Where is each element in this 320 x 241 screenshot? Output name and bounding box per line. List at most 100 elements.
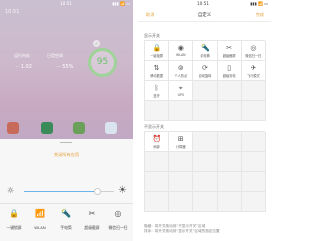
divider (0, 203, 133, 204)
gps-icon: ⌖ (178, 84, 183, 92)
quick-toggle-label: WLAN (34, 225, 46, 230)
toggle-tile-wlan[interactable]: ◉ WLAN (169, 41, 194, 61)
empty-slot[interactable] (193, 132, 218, 152)
hotspot-icon: ⊚ (177, 64, 184, 72)
empty-slot[interactable] (217, 81, 242, 101)
toggle-tile-label: 微信扫一扫 (245, 54, 262, 58)
one-key-lock-icon: 🔒 (9, 209, 19, 218)
quick-toggle-screenshot[interactable]: ✂ 超级截屏 (80, 209, 104, 231)
empty-slot[interactable] (145, 192, 170, 212)
empty-slot[interactable] (169, 101, 194, 121)
app-icon[interactable] (73, 122, 85, 134)
check-badge-icon: ✓ (93, 40, 100, 47)
toggle-tile-power-save[interactable]: ▯ 超级省电 (217, 61, 242, 81)
home-clock: 10:51 (5, 9, 20, 15)
storage-value: ··· 55% (56, 64, 74, 70)
quick-toggle-label: 一键锁屏 (6, 225, 22, 230)
memory-label: 运行内存 (14, 53, 30, 58)
empty-slot[interactable] (217, 192, 242, 212)
quick-toggle-one-key-lock[interactable]: 🔒 一键锁屏 (2, 209, 26, 231)
toggle-tile-mobile-data[interactable]: ⇅ 移动数据 (145, 61, 170, 81)
empty-slot[interactable] (217, 152, 242, 172)
toggle-tile-label: 计算器 (176, 145, 186, 149)
hint-text: 隐藏：将开关拖动到“不显示开关”区域 排序：将开关拖动到“显示开关”区域的指定位… (144, 224, 269, 234)
toggle-tile-bluetooth[interactable]: ᛒ 蓝牙 (145, 81, 170, 101)
toggle-tile-label: 超级省电 (222, 74, 236, 78)
empty-slot[interactable] (169, 192, 194, 212)
toggle-tile-label: 个人热点 (174, 74, 188, 78)
empty-slot[interactable] (241, 132, 266, 152)
empty-slot[interactable] (241, 172, 266, 192)
app-icon[interactable] (7, 122, 19, 134)
storage-label: 已用空间 (47, 53, 63, 58)
shown-toggles-grid: 🔒 一键锁屏 ◉ WLAN 🔦 手电筒 ✂ 超级截屏 ◎ 微信扫一扫 ⇅ 移动数据 ⊚ 个人热点 ⟳ 自动旋转… (144, 40, 266, 121)
brightness-high-icon: ☀ (118, 185, 127, 196)
empty-slot[interactable] (193, 192, 218, 212)
done-button[interactable]: 完成 (256, 12, 264, 18)
status-bar: 10:51 ▮▮▮ 📶 ▭ (138, 0, 271, 7)
flashlight-icon: 🔦 (61, 209, 71, 218)
quick-toggle-label: 微信扫一扫 (108, 225, 128, 230)
empty-slot[interactable] (217, 101, 242, 121)
toggle-tile-hotspot[interactable]: ⊚ 个人热点 (169, 61, 194, 81)
control-center-sheet: 关闭所有应用 ☼ ☀ 🔒 一键锁屏 📶 WLAN 🔦 手电筒 ✂ 超级截屏 ◎ 微信扫一扫 (0, 139, 133, 241)
empty-slot[interactable] (193, 81, 218, 101)
app-icon[interactable] (105, 122, 117, 134)
empty-slot[interactable] (241, 192, 266, 212)
empty-slot[interactable] (193, 101, 218, 121)
empty-slot[interactable] (145, 101, 170, 121)
right-phone-screen: 10:51 ▮▮▮ 📶 ▭ 取消 自定义 完成 显示开关 🔒 一键锁屏 ◉ WLAN 🔦… (138, 0, 271, 241)
empty-slot[interactable] (145, 152, 170, 172)
toggle-tile-wechat-scan[interactable]: ◎ 微信扫一扫 (241, 41, 266, 61)
sheet-handle[interactable] (60, 142, 72, 143)
empty-slot[interactable] (169, 152, 194, 172)
toggle-tile-gps[interactable]: ⌖ GPS (169, 81, 194, 101)
toggle-tile-calculator[interactable]: ⊞ 计算器 (169, 132, 194, 152)
toggle-tile-screenshot[interactable]: ✂ 超级截屏 (217, 41, 242, 61)
brightness-knob[interactable] (94, 188, 102, 195)
nav-bar: 取消 自定义 完成 (138, 10, 271, 20)
toggle-tile-flashlight[interactable]: 🔦 手电筒 (193, 41, 218, 61)
power-save-icon: ▯ (227, 64, 232, 72)
toggle-tile-one-key-lock[interactable]: 🔒 一键锁屏 (145, 41, 170, 61)
toggle-tile-label: 自动旋转 (198, 74, 212, 78)
empty-slot[interactable] (193, 152, 218, 172)
auto-rotate-icon: ⟳ (202, 64, 208, 72)
toggle-tile-airplane[interactable]: ✈ 飞行模式 (241, 61, 266, 81)
empty-slot[interactable] (217, 172, 242, 192)
screenshot-icon: ✂ (226, 44, 233, 52)
toggle-tile-label: 闹钟 (153, 145, 160, 149)
toggle-tile-label: GPS (177, 93, 184, 97)
status-indicators: ▮▮▮ 📶 ▭ (250, 1, 268, 6)
status-indicators: ▮▮▮ 📶 ▭ (112, 1, 130, 6)
quick-toggle-wechat-scan[interactable]: ◎ 微信扫一扫 (106, 209, 130, 231)
quick-toggle-label: 超级截屏 (84, 225, 100, 230)
wlan-icon: ◉ (177, 44, 184, 52)
quick-toggle-wlan[interactable]: 📶 WLAN (28, 209, 52, 230)
app-icon-row (7, 122, 127, 138)
toggle-tile-label: 超级截屏 (222, 54, 236, 58)
airplane-icon: ✈ (250, 64, 257, 72)
close-all-apps-button[interactable]: 关闭所有应用 (0, 152, 133, 158)
quick-toggle-row: 🔒 一键锁屏 📶 WLAN 🔦 手电筒 ✂ 超级截屏 ◎ 微信扫一扫 (0, 209, 133, 239)
brightness-fill (24, 191, 98, 192)
brightness-low-icon: ☼ (7, 186, 15, 195)
one-key-lock-icon: 🔒 (152, 44, 162, 52)
empty-slot[interactable] (145, 172, 170, 192)
toggle-tile-auto-rotate[interactable]: ⟳ 自动旋转 (193, 61, 218, 81)
toggle-tile-alarm[interactable]: ⏰ 闹钟 (145, 132, 170, 152)
toggle-tile-label: 手电筒 (200, 54, 210, 58)
toggle-tile-label: WLAN (175, 53, 186, 57)
brightness-slider[interactable]: ☼ ☀ (0, 184, 133, 198)
empty-slot[interactable] (241, 101, 266, 121)
app-icon[interactable] (41, 122, 53, 134)
empty-slot[interactable] (241, 81, 266, 101)
quick-toggle-flashlight[interactable]: 🔦 手电筒 (54, 209, 78, 231)
score-ring[interactable]: 95 (88, 48, 117, 77)
empty-slot[interactable] (169, 172, 194, 192)
divider (138, 21, 271, 22)
hint-line: 排序：将开关拖动到“显示开关”区域的指定位置 (144, 229, 220, 233)
empty-slot[interactable] (241, 152, 266, 172)
empty-slot[interactable] (217, 132, 242, 152)
empty-slot[interactable] (193, 172, 218, 192)
